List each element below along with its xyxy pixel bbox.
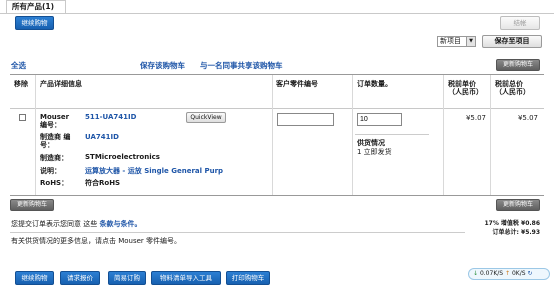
refresh-icon: ↻: [527, 270, 533, 277]
terms-text: 您提交订单表示您同意 这些 条款与条件。: [11, 219, 141, 229]
rohs-value: 符合RoHS: [85, 179, 121, 187]
terms-link[interactable]: 条款与条件。: [99, 220, 141, 228]
availability-value: 1 立即发货: [357, 148, 392, 156]
save-to-project-button[interactable]: 保存至项目: [482, 35, 542, 48]
share-cart-link[interactable]: 与一名同事共享该购物车: [200, 60, 283, 71]
unit-price: ¥5.07: [465, 114, 486, 122]
table-header-border: [10, 108, 544, 109]
total-value: ¥5.93: [521, 229, 540, 236]
desc-link[interactable]: 运算放大器 - 运放 Single General Purp: [85, 166, 223, 176]
col-divider: [490, 75, 491, 196]
header-remove: 移除: [14, 80, 28, 88]
mouser-no-link[interactable]: 511-UA741ID: [85, 113, 136, 121]
continue-shopping-button-bottom[interactable]: 继续购物: [15, 271, 54, 285]
upload-arrow-icon: ↑: [505, 270, 511, 277]
desc-label: 说明：: [40, 167, 61, 175]
project-select[interactable]: 新项目 ▼: [437, 36, 476, 47]
download-arrow-icon: ↓: [473, 270, 479, 277]
update-cart-button-left[interactable]: 更新购物车: [10, 199, 54, 211]
header-ext-price: 税前总价（人民币）: [495, 80, 530, 96]
rohs-label: RoHS：: [40, 179, 69, 187]
mfr-no-link[interactable]: UA741ID: [85, 133, 119, 141]
save-cart-link[interactable]: 保存该购物车: [140, 60, 185, 71]
vat-value: ¥0.86: [521, 220, 540, 227]
vat-label: 17% 增值税: [484, 220, 519, 227]
bom-import-button[interactable]: 物料清单导入工具: [151, 271, 221, 285]
table-top-border: [10, 74, 544, 75]
easy-order-button[interactable]: 简易订购: [108, 271, 146, 285]
mfr-no-label: 制造商 编号：: [40, 133, 71, 149]
vat-line: 17% 增值税 ¥0.86: [470, 218, 540, 227]
mfr-label: 制造商：: [40, 154, 68, 162]
update-cart-button-right[interactable]: 更新购物车: [496, 199, 540, 211]
col-divider: [443, 75, 444, 196]
qty-divider: [355, 134, 429, 135]
header-unit-price: 税前单价（人民币）: [448, 80, 483, 96]
availability-note: 有关供货情况的更多信息，请点击 Mouser 零件编号。: [11, 237, 182, 245]
tab-all-products[interactable]: 所有产品(1): [6, 0, 66, 13]
select-all-link[interactable]: 全选: [11, 60, 26, 71]
total-line: 订单总计: ¥5.93: [470, 227, 540, 236]
update-cart-button-top[interactable]: 更新购物车: [496, 59, 540, 71]
remove-checkbox[interactable]: [19, 114, 26, 121]
customer-part-input[interactable]: [277, 113, 334, 126]
mfr-value: STMicroelectronics: [85, 153, 160, 161]
quantity-input[interactable]: [357, 113, 402, 126]
header-customer-part: 客户零件编号: [276, 80, 318, 88]
col-divider: [352, 75, 353, 196]
header-details: 产品详细信息: [40, 80, 82, 88]
checkout-button[interactable]: 结帐: [500, 16, 540, 30]
footer-divider: [10, 232, 465, 233]
col-divider: [35, 75, 36, 196]
upload-speed: 0K/S: [511, 270, 526, 277]
chevron-down-icon: ▼: [466, 37, 475, 46]
download-speed: 0.07K/S: [479, 270, 504, 277]
request-quote-button[interactable]: 请求报价: [60, 271, 100, 285]
mouser-no-label: Mouser 编号：: [40, 113, 70, 129]
continue-shopping-button[interactable]: 继续购物: [15, 16, 54, 30]
quickview-button[interactable]: QuickView: [186, 112, 226, 123]
net-speed-widget[interactable]: ↓ 0.07K/S ↑ 0K/S ↻: [468, 268, 550, 280]
table-bottom-border: [10, 195, 544, 196]
print-cart-button[interactable]: 打印购物车: [226, 271, 270, 285]
project-select-value: 新项目: [440, 37, 461, 45]
total-label: 订单总计:: [492, 229, 519, 236]
col-divider: [272, 75, 273, 196]
header-quantity: 订单数量。: [357, 80, 392, 88]
ext-price: ¥5.07: [517, 114, 538, 122]
tab-underline: [0, 13, 554, 14]
terms-prefix: 您提交订单表示您同意 这些: [11, 220, 98, 228]
